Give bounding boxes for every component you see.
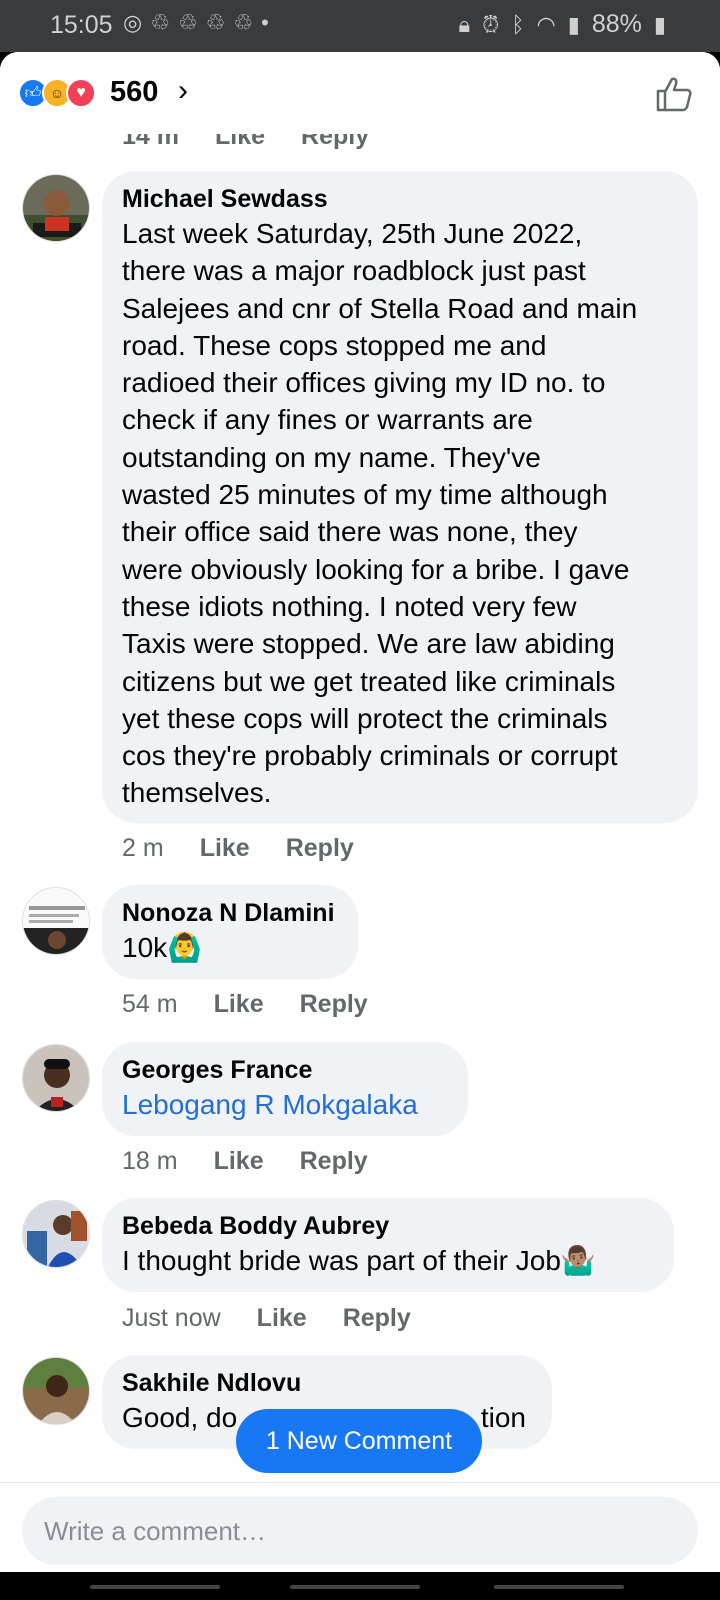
comment-time: 2 m [122,834,164,862]
comment-line: outstanding on my name. They've [122,441,541,473]
comment-line: cos they're probably criminals or corrup… [122,740,618,772]
comment-input[interactable] [22,1497,698,1565]
comment-line: were obviously looking for a bribe. I ga… [122,553,630,585]
comment-line: themselves. [122,777,272,809]
comment-line: these idiots nothing. I noted very few [122,590,577,622]
alarm-icon: ⏰︎ [482,11,500,37]
battery-charging-icon: ▮ [653,11,666,37]
signal-icon: ▮ [567,11,580,37]
comment-actions: Just now Like Reply [122,1304,411,1333]
chevron-right-icon[interactable]: › [178,74,188,108]
comment-time: 18 m [122,1147,178,1175]
status-time: 15:05 [50,11,113,39]
commenter-name[interactable]: Georges France [122,1054,448,1086]
commenter-name[interactable]: Sakhile Ndlovu [122,1367,532,1399]
comment-time: 54 m [122,990,178,1018]
comment-text-end: tion [480,1402,526,1433]
dot-icon: • [261,10,269,35]
notification-icon: ♲ [150,10,170,35]
comment-time: Just now [122,1304,221,1332]
new-comment-button[interactable]: 1 New Comment [236,1409,482,1473]
nav-recents-button[interactable] [90,1585,220,1589]
comment-text-start: Good, do [122,1402,238,1433]
comment-line: Salejees and cnr of Stella Road and main [122,292,638,324]
reply-link[interactable]: Reply [300,1147,368,1176]
comment-line: road. These cops stopped me and [122,329,547,361]
nav-back-button[interactable] [494,1585,624,1589]
comment-line: Taxis were stopped. We are law abiding [122,628,615,660]
comment-line: citizens but we get treated like crimina… [122,665,616,697]
commenter-name[interactable]: Michael Sewdass [122,183,678,215]
love-icon: ♥ [66,78,96,108]
status-right-icons: 🔒︎ ⏰︎ ᛒ ◠ ▮ 88% ▮ [458,10,666,39]
like-link[interactable]: Like [214,1147,264,1176]
comment-composer [0,1482,720,1572]
nav-home-button[interactable] [290,1585,420,1589]
comment-actions: 2 m Like Reply [122,834,354,863]
comment-line: Last week Saturday, 25th June 2022, [122,218,583,249]
comment-bubble[interactable]: Bebeda Boddy Aubrey I thought bride was … [102,1198,674,1292]
lock-icon: 🔒︎ [458,11,471,37]
avatar[interactable] [22,1044,90,1112]
comment-line: wasted 25 minutes of my time although [122,479,608,511]
comment-actions: 18 m Like Reply [122,1147,368,1176]
avatar-image [23,1358,89,1424]
comments-sheet: 👍︎ ☺︎ ♥ 560 › 14 m Like Reply Michael Se… [0,52,720,1572]
avatar-image [23,175,89,241]
comment-bubble[interactable]: Michael Sewdass Last week Saturday, 25th… [102,171,698,823]
comment-line: radioed their offices giving my ID no. t… [122,367,606,399]
comment-actions: 54 m Like Reply [122,990,368,1019]
avatar[interactable] [22,887,90,955]
bluetooth-icon: ᛒ [511,11,525,37]
avatar-image [23,1201,89,1267]
comment-line: check if any fines or warrants are [122,404,533,436]
comment-bubble[interactable]: Georges France Lebogang R Mokgalaka [102,1042,468,1136]
avatar[interactable] [22,1357,90,1425]
avatar[interactable] [22,1200,90,1268]
status-left-icons: ◎ ♲ ♲ ♲ ♲ • [123,10,269,36]
comment-text: Last week Saturday, 25th June 2022, ther… [122,215,678,812]
system-nav-bar [0,1572,720,1600]
avatar[interactable] [22,174,90,242]
like-link[interactable]: Like [214,990,264,1019]
like-link[interactable]: Like [200,834,250,863]
avatar-image [23,1045,89,1111]
commenter-name[interactable]: Bebeda Boddy Aubrey [122,1210,654,1242]
comment-line: their office said there was none, they [122,516,578,548]
notification-icon: ♲ [205,10,226,35]
reaction-count[interactable]: 560 [110,76,158,109]
notification-icon: ♲ [177,10,198,35]
comment-text: 10k🙆‍♂️ [122,932,203,963]
mentioned-user-link[interactable]: Lebogang R Mokgalaka [122,1086,448,1123]
reply-link[interactable]: Reply [343,1304,411,1333]
commenter-name[interactable]: Nonoza N Dlamini [122,897,338,929]
wifi-icon: ◠ [536,11,556,37]
reaction-icons[interactable]: 👍︎ ☺︎ ♥ [18,78,96,108]
comment-bubble[interactable]: Nonoza N Dlamini 10k🙆‍♂️ [102,885,358,979]
whatsapp-icon: ◎ [123,10,143,35]
comment-line: yet these cops will protect the criminal… [122,702,608,734]
like-link[interactable]: Like [257,1304,307,1333]
reactions-header: 👍︎ ☺︎ ♥ 560 › [0,52,720,134]
reply-link[interactable]: Reply [286,834,354,863]
notification-icon: ♲ [233,10,254,35]
comment-text: I thought bride was part of their Job🤷🏽‍… [122,1245,596,1276]
comment-line: there was a major roadblock just past [122,255,586,287]
like-post-button[interactable] [654,74,694,114]
status-bar: 15:05 ◎ ♲ ♲ ♲ ♲ • 🔒︎ ⏰︎ ᛒ ◠ ▮ 88% ▮ [0,0,720,52]
reply-link[interactable]: Reply [300,990,368,1019]
avatar-image [23,888,89,954]
battery-level: 88% [591,10,642,38]
